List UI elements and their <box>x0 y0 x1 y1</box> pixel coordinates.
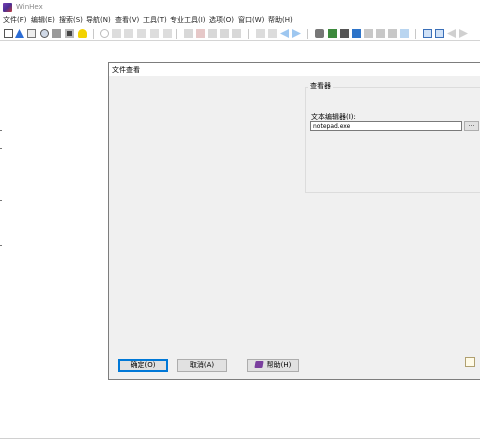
open-ram-icon[interactable] <box>328 29 337 38</box>
replace-text-icon[interactable] <box>208 29 217 38</box>
viewer-group <box>305 87 480 193</box>
replace-hex-icon[interactable] <box>220 29 229 38</box>
properties-icon[interactable] <box>65 29 74 38</box>
binary-compare-icon[interactable] <box>376 29 385 38</box>
paste-block-icon[interactable] <box>150 29 159 38</box>
help-book-icon <box>254 361 264 368</box>
print-icon[interactable] <box>52 29 61 38</box>
find-hex-icon[interactable] <box>196 29 205 38</box>
app-titlebar: WinHex <box>0 0 480 14</box>
cancel-button[interactable]: 取消(A) <box>177 359 227 372</box>
open-file-icon[interactable] <box>15 29 24 38</box>
calculator-icon[interactable] <box>352 29 361 38</box>
open-disk-icon[interactable] <box>315 29 324 38</box>
case-data-icon[interactable] <box>447 29 456 38</box>
toolbar-separator <box>176 29 177 39</box>
toolbar-separator <box>415 29 416 39</box>
menu-pro-tools[interactable]: 专业工具(I) <box>170 16 206 25</box>
paste-icon[interactable] <box>137 29 146 38</box>
winhex-logo-icon <box>3 3 12 12</box>
browse-button[interactable]: ... <box>464 121 479 131</box>
toolbar-separator <box>248 29 249 39</box>
disk-clone-icon[interactable] <box>340 29 349 38</box>
undo-icon[interactable] <box>100 29 109 38</box>
toolbar-separator <box>307 29 308 39</box>
workspace-tick <box>0 245 2 246</box>
menu-bar: 文件(F) 编辑(E) 搜索(S) 导航(N) 查看(V) 工具(T) 专业工具… <box>0 14 480 27</box>
menu-window[interactable]: 窗口(W) <box>238 16 264 25</box>
paste-special-icon[interactable] <box>163 29 172 38</box>
workspace-tick <box>0 200 2 201</box>
menu-search[interactable]: 搜索(S) <box>59 16 83 25</box>
options-icon[interactable] <box>435 29 444 38</box>
dialog-titlebar[interactable]: 文件查看 <box>109 63 480 76</box>
help-button[interactable]: 帮助(H) <box>247 359 299 372</box>
status-divider <box>0 438 480 439</box>
goto-page-icon[interactable] <box>268 29 277 38</box>
menu-edit[interactable]: 编辑(E) <box>31 16 55 25</box>
toolbar-separator <box>93 29 94 39</box>
find-again-icon[interactable] <box>232 29 241 38</box>
hash-icon[interactable] <box>364 29 373 38</box>
menu-tools[interactable]: 工具(T) <box>143 16 167 25</box>
menu-help[interactable]: 帮助(H) <box>268 16 293 25</box>
text-editor-input[interactable] <box>310 121 462 131</box>
forward-icon[interactable] <box>292 29 301 38</box>
help-button-label: 帮助(H) <box>266 361 292 369</box>
menu-view[interactable]: 查看(V) <box>115 16 139 25</box>
viewer-group-title: 查看器 <box>308 82 333 91</box>
workspace-tick <box>0 130 2 131</box>
find-text-icon[interactable] <box>184 29 193 38</box>
menu-options[interactable]: 选项(O) <box>209 16 234 25</box>
menu-file[interactable]: 文件(F) <box>3 16 27 25</box>
edit-disk-icon[interactable] <box>400 29 409 38</box>
menu-navigate[interactable]: 导航(N) <box>86 16 111 25</box>
workspace-tick <box>0 148 2 149</box>
save-all-icon[interactable] <box>40 29 49 38</box>
edit-note-icon[interactable] <box>465 357 475 367</box>
file-viewer-dialog: 文件查看 查看器 文本编辑器(I): ... 确定(O) 取消(A) 帮助(H) <box>108 62 480 380</box>
ram-editor-icon[interactable] <box>423 29 432 38</box>
ok-button[interactable]: 确定(O) <box>118 359 168 372</box>
toolbar <box>0 27 480 41</box>
bulb-icon[interactable] <box>78 29 87 38</box>
app-title: WinHex <box>16 3 43 11</box>
save-icon[interactable] <box>27 29 36 38</box>
dialog-title: 文件查看 <box>112 66 140 74</box>
goto-offset-icon[interactable] <box>256 29 265 38</box>
new-file-icon[interactable] <box>4 29 13 38</box>
back-icon[interactable] <box>280 29 289 38</box>
analyze-icon[interactable] <box>388 29 397 38</box>
cut-icon[interactable] <box>124 29 133 38</box>
copy-icon[interactable] <box>112 29 121 38</box>
ctrl-panel-icon[interactable] <box>459 29 468 38</box>
